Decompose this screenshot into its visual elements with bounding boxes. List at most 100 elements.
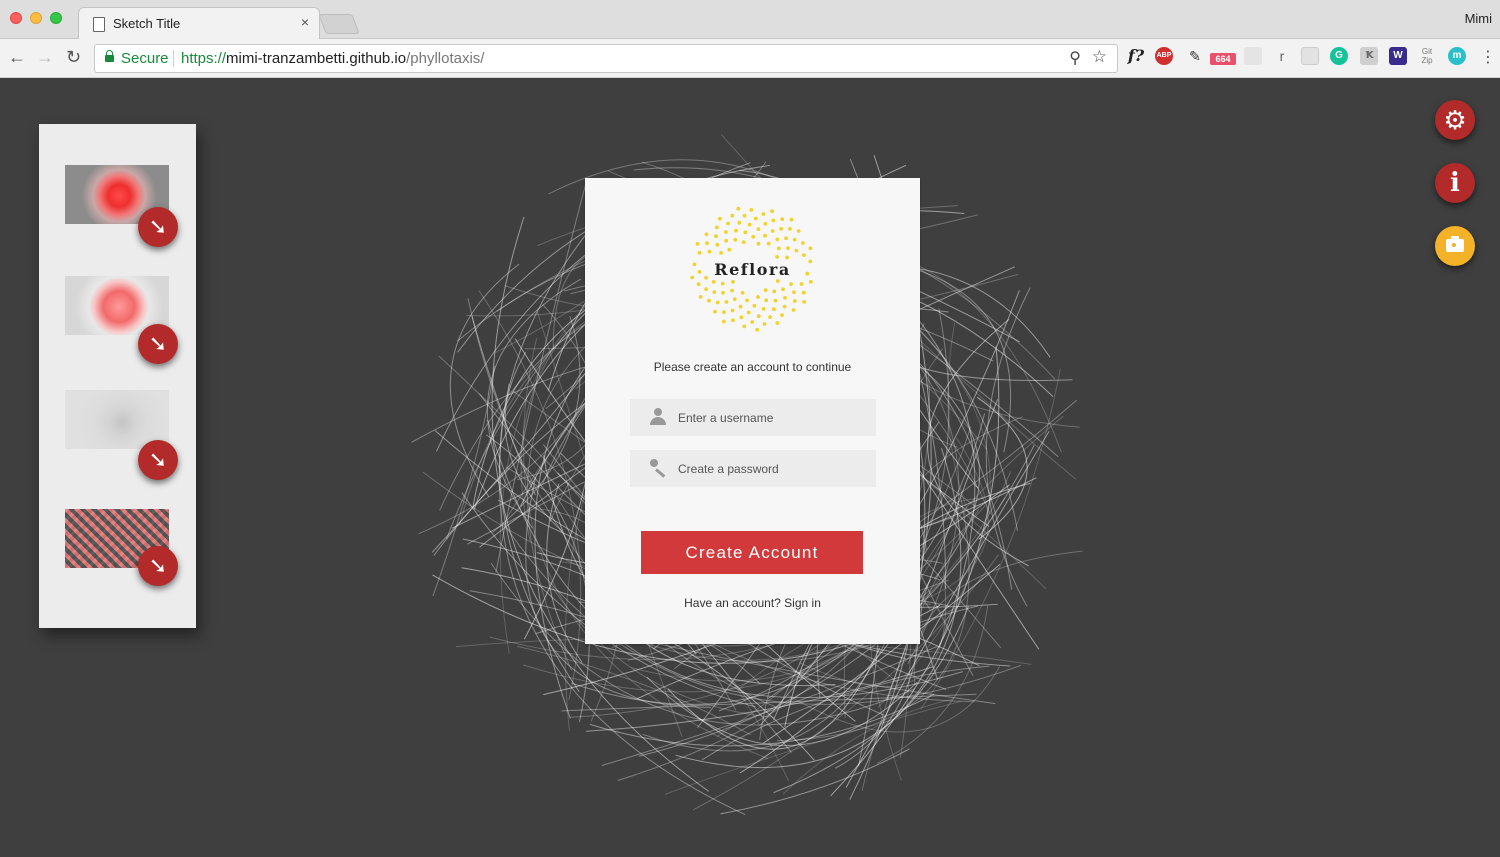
logo-dot — [788, 227, 792, 231]
logo-dot — [786, 246, 790, 250]
logo-dot — [730, 288, 734, 293]
logo-dot — [750, 320, 755, 324]
download-button-2[interactable]: ➘ — [138, 324, 178, 364]
camera-button[interactable] — [1435, 226, 1475, 266]
box-extension-icon[interactable] — [1244, 47, 1262, 65]
tab-close-icon[interactable]: × — [301, 14, 309, 30]
logo-dot — [762, 322, 767, 326]
download-button-4[interactable]: ➘ — [138, 546, 178, 586]
window-minimize-button[interactable] — [30, 12, 42, 24]
sketch-stroke — [601, 646, 938, 766]
password-field[interactable] — [630, 450, 876, 487]
logo-dot — [763, 233, 767, 238]
grid-extension-icon[interactable] — [1301, 47, 1319, 65]
settings-button[interactable]: ⚙ — [1435, 100, 1475, 140]
sketch-stroke — [720, 748, 910, 815]
logo-dot — [715, 300, 720, 305]
forward-icon[interactable]: → — [36, 47, 54, 68]
logo-dot — [783, 296, 787, 300]
logo-dot — [742, 324, 747, 329]
browser-titlebar: Sketch Title × Mimi — [0, 0, 1500, 40]
brand-name: Reflora — [714, 260, 791, 279]
extension-badge-count[interactable]: 664 — [1210, 53, 1236, 65]
k-extension-icon[interactable]: Ꝁ — [1360, 47, 1378, 65]
logo-dot — [727, 247, 732, 252]
logo-dot — [746, 310, 751, 315]
logo-dot — [743, 230, 748, 235]
r-extension-icon[interactable]: r — [1273, 47, 1291, 65]
bookmark-star-icon[interactable]: ☆ — [1092, 47, 1107, 67]
logo-dot — [707, 298, 711, 303]
logo-dot — [721, 290, 725, 295]
logo-dot — [697, 250, 702, 255]
zoom-icon[interactable]: ⚲ — [1069, 48, 1081, 68]
signup-subtitle: Please create an account to continue — [653, 360, 852, 374]
sketch-sidebar: ➘ ➘ ➘ ➘ — [39, 124, 196, 628]
logo-dot — [756, 241, 761, 246]
camera-icon — [1446, 236, 1464, 252]
logo-dot — [791, 308, 796, 312]
url-text[interactable]: https://mimi-tranzambetti.github.io/phyl… — [181, 50, 484, 67]
logo-dot — [739, 315, 744, 320]
logo-dot — [704, 287, 708, 291]
logo-dot — [742, 213, 747, 218]
new-tab-button[interactable] — [318, 14, 360, 34]
logo-dot — [730, 213, 735, 218]
logo-dot — [715, 225, 719, 230]
logo-dot — [731, 318, 735, 323]
logo-dot — [779, 226, 783, 231]
logo-dot — [712, 290, 717, 294]
logo-dot — [764, 298, 769, 303]
logo-dot — [736, 206, 741, 211]
logo-dot — [792, 290, 796, 295]
info-icon: i — [1450, 168, 1460, 198]
back-icon[interactable]: ← — [8, 47, 26, 68]
adblock-extension-icon[interactable]: ABP — [1155, 47, 1173, 65]
logo-dot — [749, 208, 754, 212]
formula-extension-icon[interactable]: f? — [1125, 47, 1147, 65]
grammarly-extension-icon[interactable]: G — [1330, 47, 1348, 65]
logo-dot — [766, 241, 771, 246]
gitzip-extension-icon[interactable]: Git Zip — [1418, 47, 1436, 65]
logo-dot — [789, 282, 793, 286]
logo-dot — [761, 307, 766, 311]
logo-dot — [741, 240, 746, 244]
sign-in-link[interactable]: Have an account? Sign in — [585, 596, 920, 610]
logo-dot — [719, 251, 723, 255]
reload-icon[interactable]: ↻ — [66, 47, 81, 68]
address-bar[interactable]: Secure https://mimi-tranzambetti.github.… — [94, 44, 1118, 73]
url-path: /phyllotaxis/ — [406, 50, 485, 67]
logo-dot — [799, 282, 804, 286]
logo-dot — [775, 237, 780, 242]
w-extension-icon[interactable]: W — [1389, 47, 1407, 65]
logo-dot — [772, 307, 776, 312]
username-input[interactable] — [678, 399, 868, 436]
logo-dot — [784, 236, 788, 241]
logo-dot — [771, 218, 776, 223]
logo-dot — [705, 241, 709, 246]
create-account-button[interactable]: Create Account — [641, 531, 863, 574]
profile-name[interactable]: Mimi — [1465, 11, 1492, 26]
arrow-down-icon: ➘ — [148, 447, 168, 472]
logo-dot — [796, 229, 801, 233]
logo-dot — [704, 232, 709, 237]
info-button[interactable]: i — [1435, 163, 1475, 203]
window-close-button[interactable] — [10, 12, 22, 24]
logo-dot — [801, 241, 805, 245]
browser-menu-icon[interactable]: ⋮ — [1480, 47, 1496, 67]
m-extension-icon[interactable]: m — [1448, 47, 1466, 65]
download-button-3[interactable]: ➘ — [138, 440, 178, 480]
logo-dot — [777, 246, 781, 251]
gear-icon: ⚙ — [1443, 105, 1467, 135]
logo-dot — [753, 216, 758, 221]
download-button-1[interactable]: ➘ — [138, 207, 178, 247]
logo-dot — [715, 242, 720, 247]
window-maximize-button[interactable] — [50, 12, 62, 24]
password-input[interactable] — [678, 450, 868, 487]
eyedropper-extension-icon[interactable]: ✎ — [1186, 47, 1204, 65]
username-field[interactable] — [630, 399, 876, 436]
logo-dot — [780, 217, 785, 221]
browser-tab[interactable]: Sketch Title × — [78, 7, 320, 40]
logo-dot — [770, 209, 774, 213]
signup-card: Reflora Please create an account to cont… — [585, 178, 920, 644]
